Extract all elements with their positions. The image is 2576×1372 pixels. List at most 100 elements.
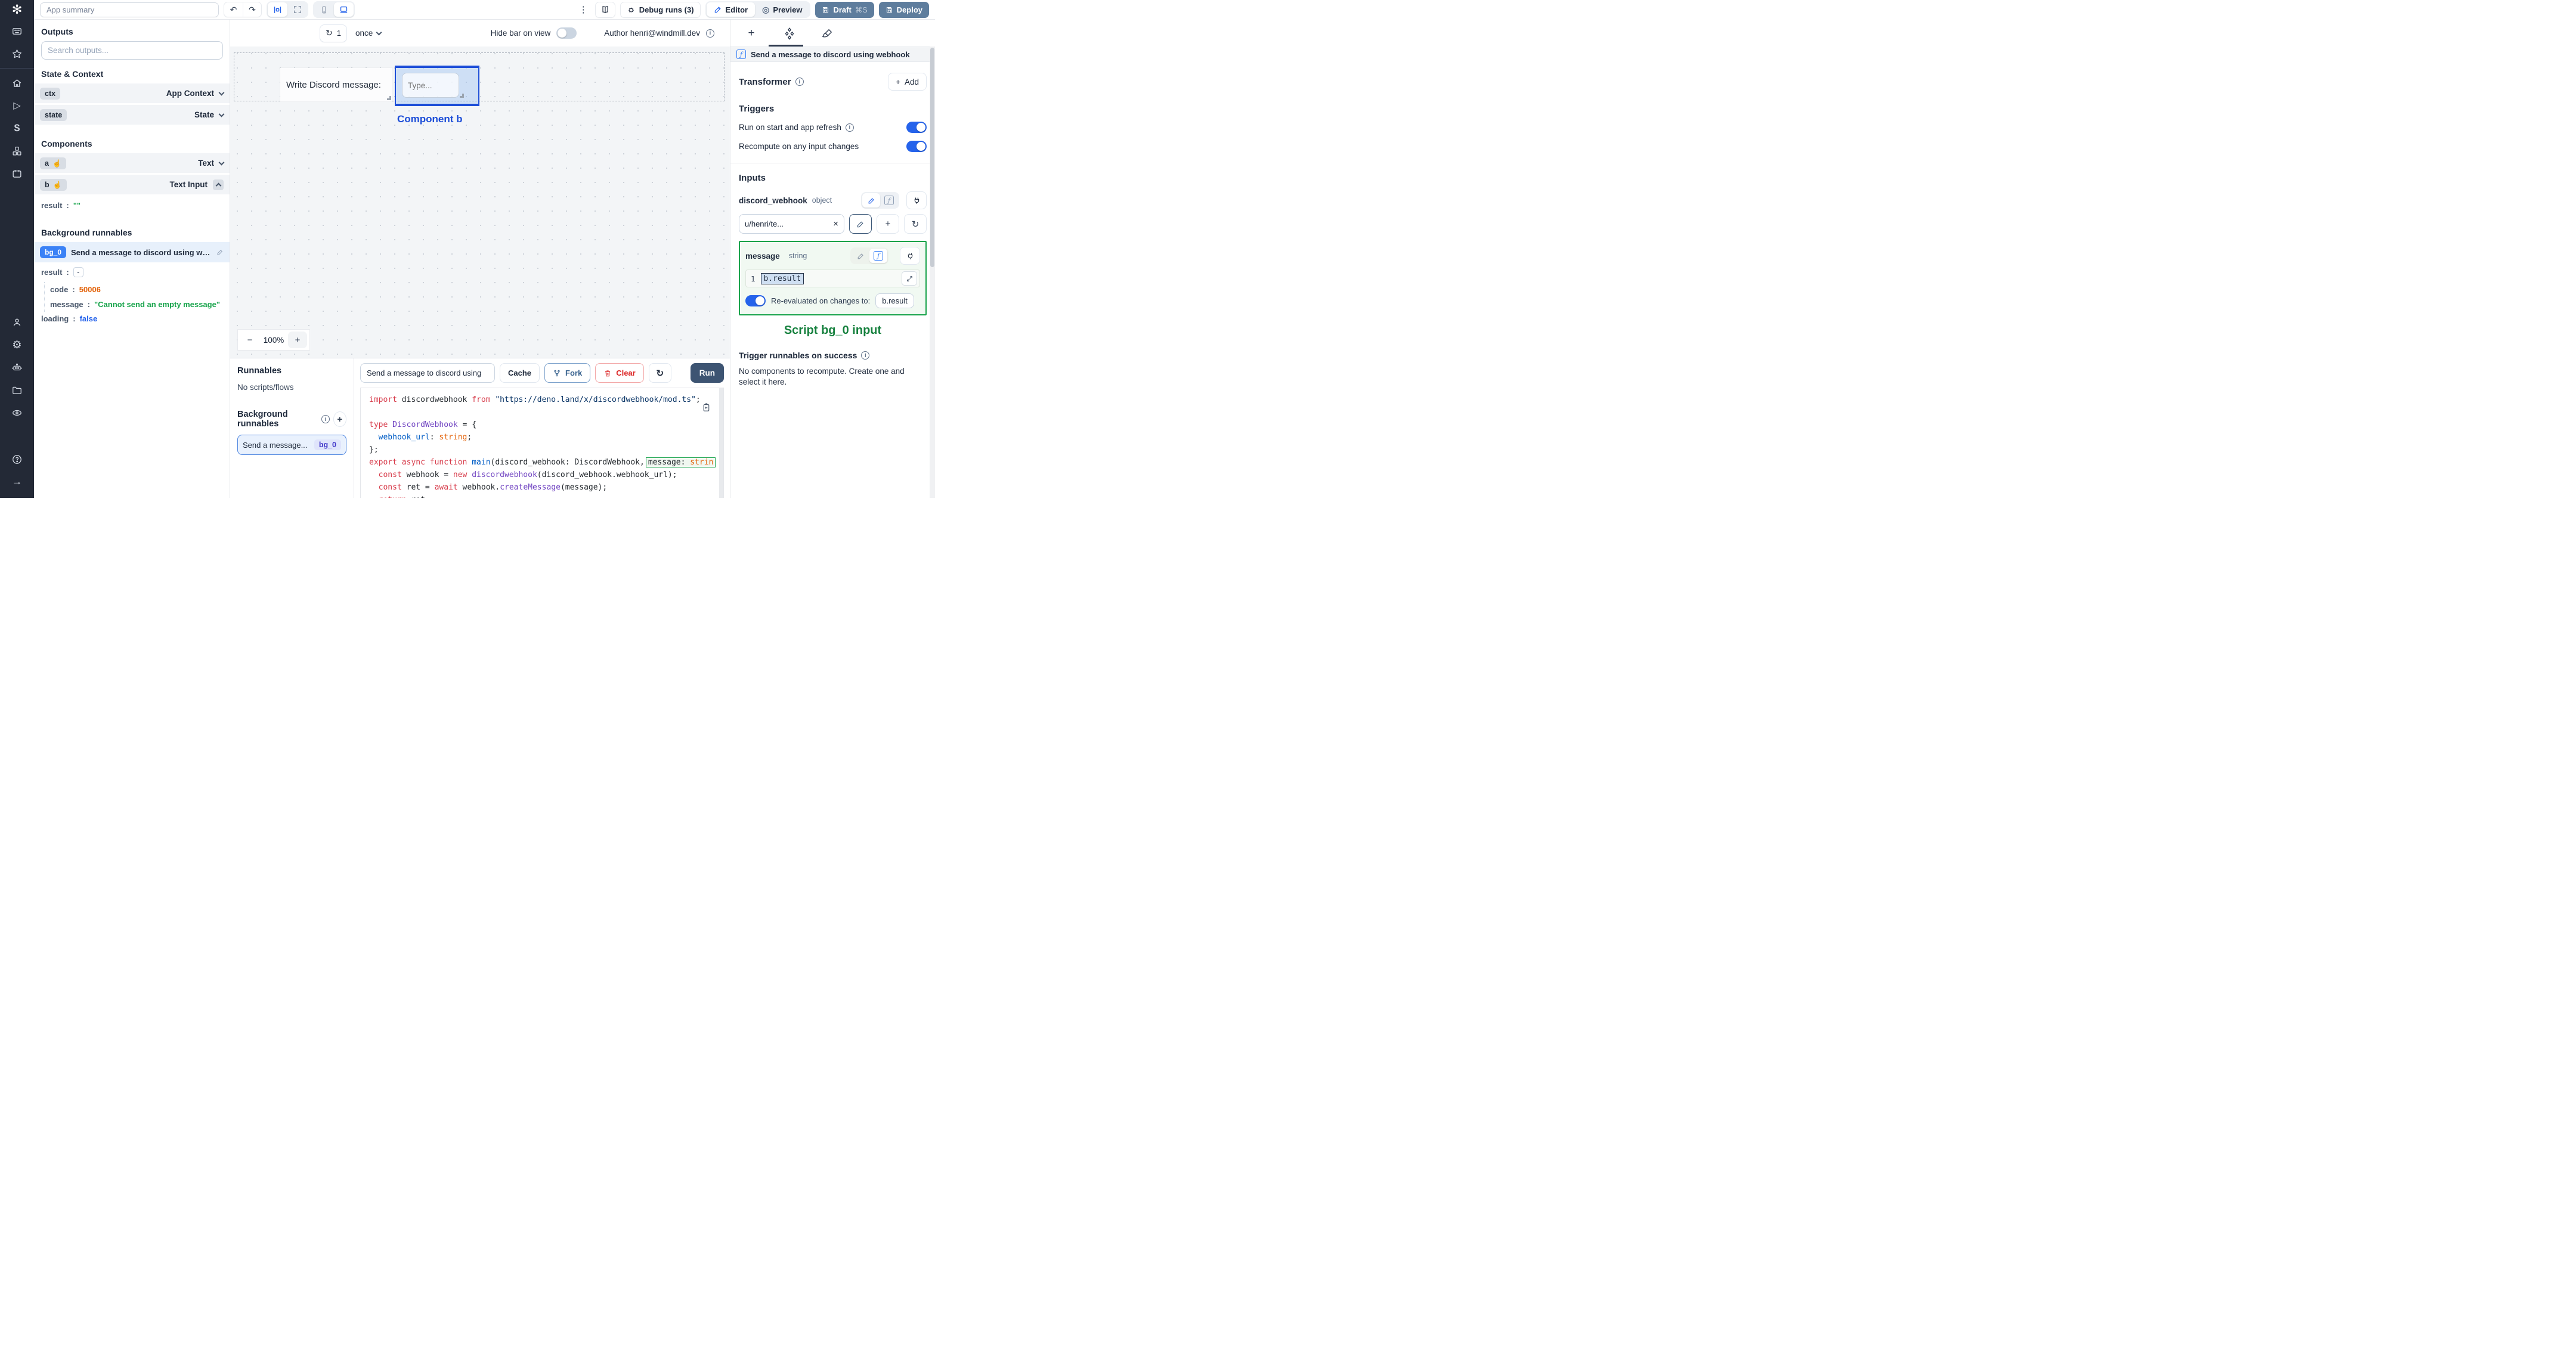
redo-button[interactable]: ↷	[243, 2, 261, 17]
tab-insert-plus-icon[interactable]: +	[744, 26, 759, 41]
collapse-chevron-button[interactable]	[213, 179, 224, 190]
bg0-result-line[interactable]: result : -	[34, 262, 230, 282]
code-line[interactable]: code : 50006	[45, 282, 230, 297]
reeval-target-badge[interactable]: b.result	[875, 293, 914, 308]
info-icon[interactable]	[845, 123, 854, 132]
draft-button[interactable]: Draft ⌘S	[815, 1, 874, 18]
info-icon[interactable]	[861, 351, 870, 360]
message-line[interactable]: message : "Cannot send an empty message"	[45, 297, 230, 312]
search-outputs-input[interactable]	[41, 41, 223, 60]
zoom-in-button[interactable]: +	[288, 332, 307, 348]
app-summary-input[interactable]	[40, 2, 219, 17]
static-eval-toggle-group: ƒ	[861, 192, 899, 209]
chevron-down-icon[interactable]	[218, 159, 225, 165]
desktop-view-button[interactable]	[334, 2, 354, 17]
editor-mode-button[interactable]: Editor	[706, 2, 756, 17]
settings-gear-icon[interactable]: ⚙	[0, 333, 34, 356]
add-bg-runnable-button[interactable]: +	[333, 411, 346, 427]
debug-runs-button[interactable]: Debug runs (3)	[620, 1, 701, 18]
clear-resource-icon[interactable]: ×	[833, 219, 838, 229]
output-row-b[interactable]: b ☝ Text Input	[34, 175, 230, 194]
mobile-view-button[interactable]	[314, 2, 334, 17]
refresh-resource-button[interactable]: ↻	[904, 214, 927, 234]
add-transformer-button[interactable]: + Add	[888, 73, 927, 91]
eval-fn-button[interactable]: ƒ	[869, 249, 887, 263]
user-icon[interactable]	[0, 311, 34, 333]
text-input-component[interactable]	[402, 73, 459, 98]
runnable-header[interactable]: ƒ Send a message to discord using webhoo…	[730, 47, 935, 62]
static-pencil-button[interactable]	[852, 249, 869, 263]
more-menu-icon[interactable]: ⋮	[577, 4, 590, 15]
resize-handle[interactable]	[387, 96, 391, 100]
expression-editor[interactable]: 1 b.result	[745, 270, 920, 287]
fullscreen-layout-button[interactable]	[287, 2, 307, 17]
undo-redo-group: ↶ ↷	[224, 2, 262, 17]
static-pencil-button[interactable]	[862, 193, 880, 207]
clear-button[interactable]: Clear	[595, 363, 644, 383]
info-icon[interactable]	[321, 415, 330, 423]
output-row-state[interactable]: state State	[34, 105, 230, 125]
refresh-mode-select[interactable]: once	[355, 29, 382, 38]
favorites-star-icon[interactable]	[0, 42, 34, 65]
connect-plug-button[interactable]	[900, 247, 920, 265]
resource-select[interactable]: u/henri/te... ×	[739, 214, 844, 234]
selected-component-b[interactable]	[395, 66, 479, 106]
eval-fn-button[interactable]: ƒ	[880, 193, 898, 207]
resize-handle[interactable]	[460, 94, 464, 98]
reeval-toggle[interactable]	[745, 295, 766, 306]
expand-editor-button[interactable]	[902, 271, 917, 286]
output-row-ctx[interactable]: ctx App Context	[34, 83, 230, 103]
script-bg0-input-annotation: Script bg_0 input	[784, 324, 882, 337]
code-editor[interactable]: import discordwebhook from "https://deno…	[360, 388, 724, 498]
recompute-toggle[interactable]	[906, 141, 927, 152]
deploy-button[interactable]: Deploy	[878, 1, 929, 18]
hide-bar-toggle[interactable]	[556, 27, 577, 39]
loading-line[interactable]: loading : false	[34, 312, 230, 328]
center-layout-button[interactable]	[268, 2, 287, 17]
pointer-hand-icon: ☝	[52, 180, 62, 189]
refresh-count-box[interactable]: ↻ 1	[320, 24, 347, 42]
tab-settings-components-icon[interactable]	[782, 26, 797, 41]
home-icon[interactable]	[0, 72, 34, 94]
run-on-start-toggle[interactable]	[906, 122, 927, 133]
b-result-line[interactable]: result : ""	[34, 196, 230, 215]
right-panel-scrollbar[interactable]	[930, 47, 935, 498]
apps-icon[interactable]	[0, 20, 34, 42]
app-canvas[interactable]: Write Discord message: Component b − 100…	[230, 47, 730, 358]
expand-rail-icon[interactable]: →	[0, 470, 34, 493]
create-resource-button[interactable]: +	[877, 214, 899, 234]
output-row-a[interactable]: a ☝ Text	[34, 153, 230, 173]
copy-code-icon[interactable]	[701, 402, 711, 413]
undo-button[interactable]: ↶	[224, 2, 243, 17]
info-icon[interactable]	[706, 29, 714, 38]
edit-resource-button[interactable]	[849, 214, 872, 234]
scrollbar-thumb[interactable]	[930, 48, 934, 267]
run-button[interactable]: Run	[690, 363, 724, 383]
workers-robot-icon[interactable]	[0, 356, 34, 379]
resources-icon[interactable]	[0, 140, 34, 162]
audit-eye-icon[interactable]	[0, 401, 34, 424]
folders-icon[interactable]	[0, 379, 34, 401]
collapse-result-button[interactable]: -	[73, 267, 83, 277]
refresh-code-button[interactable]: ↻	[648, 363, 671, 383]
docs-book-button[interactable]	[595, 1, 615, 18]
bg0-runnable-item[interactable]: Send a message... bg_0	[237, 435, 346, 455]
chevron-down-icon[interactable]	[218, 111, 225, 117]
fork-button[interactable]: Fork	[544, 363, 591, 383]
zoom-out-button[interactable]: −	[240, 332, 259, 348]
preview-mode-button[interactable]: ◎ Preview	[755, 2, 809, 17]
info-icon[interactable]	[795, 78, 804, 86]
variables-icon[interactable]: $	[0, 117, 34, 140]
tab-style-brush-icon[interactable]	[820, 26, 835, 41]
connect-plug-button[interactable]	[906, 191, 927, 209]
script-name-input[interactable]	[360, 363, 495, 383]
bg0-output-row[interactable]: bg_0 Send a message to discord using web…	[34, 242, 230, 262]
edit-pencil-icon[interactable]	[216, 249, 224, 256]
runs-icon[interactable]: ▷	[0, 94, 34, 117]
chevron-down-icon[interactable]	[218, 89, 225, 95]
text-component-a[interactable]: Write Discord message:	[280, 68, 392, 101]
help-icon[interactable]	[0, 448, 34, 470]
cache-button[interactable]: Cache	[500, 363, 540, 383]
windmill-logo-icon[interactable]: ✻	[0, 0, 34, 20]
schedules-icon[interactable]	[0, 162, 34, 185]
